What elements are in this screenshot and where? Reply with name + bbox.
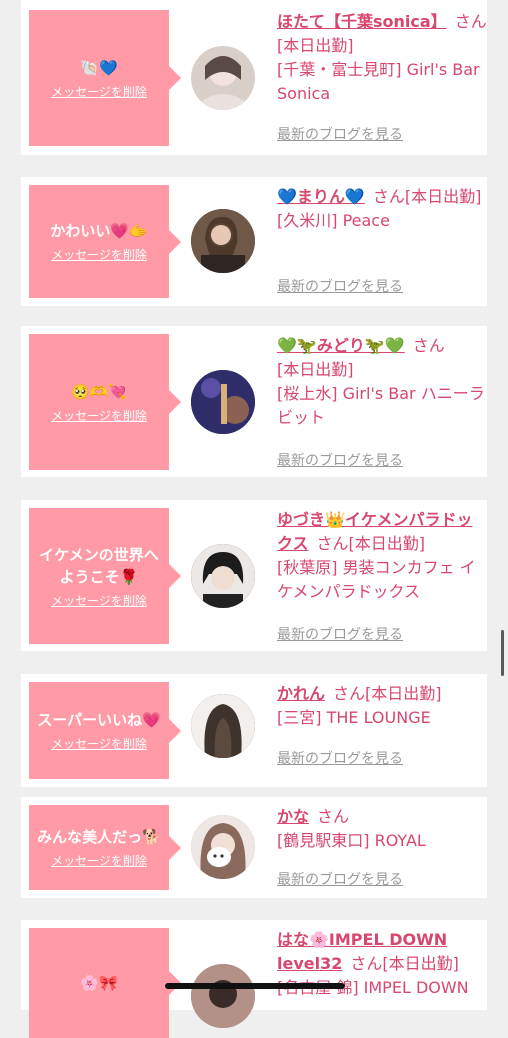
honorific: さん <box>372 187 405 206</box>
message-text: スーパーいいね💗 <box>37 711 161 729</box>
latest-blog-link[interactable]: 最新のブログを見る <box>277 748 403 768</box>
avatar[interactable] <box>191 694 255 758</box>
latest-blog-link[interactable]: 最新のブログを見る <box>277 624 403 644</box>
message-card: 🐚💙 メッセージを削除 ほたて【千葉sonica】 さん [本日出勤] [千葉・富士… <box>21 0 487 155</box>
message-bubble: かわいい💗🫱 メッセージを削除 <box>29 185 181 298</box>
cast-name-link[interactable]: 💙まりん💙 <box>277 187 365 206</box>
work-status: [本日出勤] <box>277 360 354 379</box>
delete-message-link[interactable]: メッセージを削除 <box>51 83 147 100</box>
message-bubble: 🐚💙 メッセージを削除 <box>29 10 181 146</box>
delete-message-link[interactable]: メッセージを削除 <box>51 407 147 424</box>
avatar-image <box>191 370 255 434</box>
work-status: [本日出勤] <box>382 954 459 973</box>
message-bubble: 🌸🎀 <box>29 928 181 1038</box>
message-bubble: イケメンの世界へようこそ🌹 メッセージを削除 <box>29 508 181 644</box>
honorific: さん <box>454 12 487 31</box>
honorific: さん <box>316 534 349 553</box>
cast-info: 💚🦖みどり🦖💚 さん [本日出勤] [桜上水] Girl's Bar ハニーラビッ… <box>277 334 487 430</box>
work-status: [本日出勤] <box>365 684 442 703</box>
message-card: 🥺🫶💘 メッセージを削除 💚🦖みどり🦖💚 さん [本日出勤] [桜上水] Girl… <box>21 326 487 477</box>
delete-message-link[interactable]: メッセージを削除 <box>51 852 147 869</box>
avatar[interactable] <box>191 544 255 608</box>
avatar-image <box>191 815 255 879</box>
shop-name: [千葉・富士見町] Girl's Bar Sonica <box>277 60 480 103</box>
avatar-image <box>191 209 255 273</box>
avatar-image <box>191 544 255 608</box>
delete-message-link[interactable]: メッセージを削除 <box>51 246 147 263</box>
avatar[interactable] <box>191 209 255 273</box>
message-text: 🌸🎀 <box>80 974 118 992</box>
honorific: さん <box>333 684 366 703</box>
avatar-image <box>191 964 255 1028</box>
cast-info: かな さん [鶴見駅東口] ROYAL <box>277 805 487 853</box>
work-status: [本日出勤] <box>277 36 354 55</box>
message-card: 🌸🎀 はな🌸IMPEL DOWN level32 さん[本日出勤] [名古屋 錦]… <box>21 920 487 1038</box>
cast-info: 💙まりん💙 さん[本日出勤] [久米川] Peace <box>277 185 487 233</box>
delete-message-link[interactable]: メッセージを削除 <box>51 735 147 752</box>
honorific: さん <box>412 336 445 355</box>
message-text: 🥺🫶💘 <box>70 382 128 401</box>
avatar-image <box>191 694 255 758</box>
latest-blog-link[interactable]: 最新のブログを見る <box>277 869 403 889</box>
message-card: スーパーいいね💗 メッセージを削除 かれん さん[本日出勤] [三宮] THE L… <box>21 674 487 787</box>
message-text: イケメンの世界へようこそ🌹 <box>39 545 159 586</box>
shop-name: [三宮] THE LOUNGE <box>277 708 431 727</box>
cast-name-link[interactable]: ほたて【千葉sonica】 <box>277 12 447 31</box>
cast-name-link[interactable]: 💚🦖みどり🦖💚 <box>277 336 405 355</box>
latest-blog-link[interactable]: 最新のブログを見る <box>277 450 403 470</box>
cast-info: ゆづき👑イケメンパラドックス さん[本日出勤] [秋葉原] 男装コンカフェ イケメ… <box>277 508 487 604</box>
latest-blog-link[interactable]: 最新のブログを見る <box>277 276 403 296</box>
message-text: 🐚💙 <box>80 58 118 77</box>
avatar[interactable] <box>191 964 255 1028</box>
message-text: みんな美人だっ🐕 <box>37 828 161 846</box>
home-indicator[interactable] <box>165 983 345 989</box>
latest-blog-link[interactable]: 最新のブログを見る <box>277 124 403 144</box>
shop-name: [桜上水] Girl's Bar ハニーラビット <box>277 384 485 427</box>
message-bubble: 🥺🫶💘 メッセージを削除 <box>29 334 181 470</box>
message-card: かわいい💗🫱 メッセージを削除 💙まりん💙 さん[本日出勤] [久米川] Peac… <box>21 177 487 306</box>
honorific: さん <box>317 807 350 826</box>
work-status: [本日出勤] <box>348 534 426 553</box>
message-bubble: みんな美人だっ🐕 メッセージを削除 <box>29 805 181 890</box>
shop-name: [鶴見駅東口] ROYAL <box>277 831 426 850</box>
shop-name: [秋葉原] 男装コンカフェ イケメンパラドックス <box>277 558 476 601</box>
message-bubble: スーパーいいね💗 メッセージを削除 <box>29 682 181 779</box>
message-text: かわいい💗🫱 <box>50 222 148 240</box>
cast-name-link[interactable]: かな <box>277 807 309 826</box>
avatar[interactable] <box>191 815 255 879</box>
cast-info: かれん さん[本日出勤] [三宮] THE LOUNGE <box>277 682 487 730</box>
scrollbar[interactable] <box>501 630 504 676</box>
cast-info: ほたて【千葉sonica】 さん [本日出勤] [千葉・富士見町] Girl's B… <box>277 10 487 106</box>
message-card: イケメンの世界へようこそ🌹 メッセージを削除 ゆづき👑イケメンパラドックス さん[… <box>21 500 487 651</box>
avatar[interactable] <box>191 46 255 110</box>
honorific: さん <box>350 954 383 973</box>
avatar[interactable] <box>191 370 255 434</box>
shop-name: [久米川] Peace <box>277 211 390 230</box>
cast-info: はな🌸IMPEL DOWN level32 さん[本日出勤] [名古屋 錦] IM… <box>277 928 487 1000</box>
delete-message-link[interactable]: メッセージを削除 <box>51 592 147 609</box>
message-card: みんな美人だっ🐕 メッセージを削除 かな さん [鶴見駅東口] ROYAL 最新の… <box>21 797 487 898</box>
work-status: [本日出勤] <box>404 187 482 206</box>
cast-name-link[interactable]: かれん <box>277 684 325 703</box>
avatar-image <box>197 56 249 110</box>
